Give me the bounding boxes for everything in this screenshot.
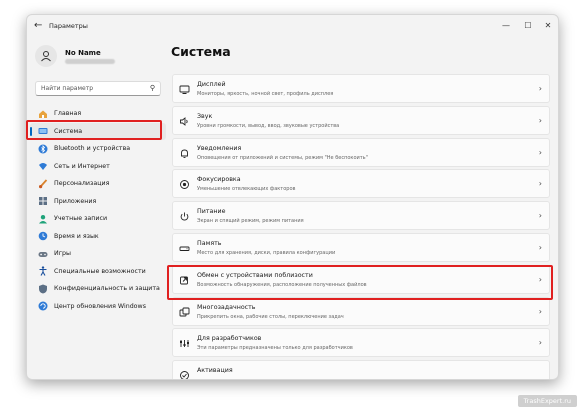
nearby-sharing-icon xyxy=(179,275,190,286)
card-developers[interactable]: Для разработчиков Эти параметры предназн… xyxy=(172,328,550,358)
card-notifications[interactable]: Уведомления Оповещения от приложений и с… xyxy=(172,137,550,167)
gaming-icon xyxy=(38,249,48,259)
app-title: Параметры xyxy=(49,22,88,30)
sound-icon xyxy=(179,116,190,127)
sidebar-nav: Главная Система Bluetooth и устройства С… xyxy=(30,105,166,315)
accounts-icon xyxy=(38,214,48,224)
sidebar-item-accounts[interactable]: Учетные записи xyxy=(30,210,166,228)
card-nearby-sharing[interactable]: Обмен с устройствами поблизости Возможно… xyxy=(172,264,550,294)
update-icon xyxy=(38,301,48,311)
profile-name: No Name xyxy=(65,49,101,57)
watermark: TrashExpert.ru xyxy=(517,395,577,407)
card-power[interactable]: Питание Экран и спящий режим, режим пита… xyxy=(172,201,550,231)
chevron-right-icon: › xyxy=(538,179,542,189)
sidebar-item-bluetooth[interactable]: Bluetooth и устройства xyxy=(30,140,166,158)
sidebar-item-personalization[interactable]: Персонализация xyxy=(30,175,166,193)
home-icon xyxy=(38,109,48,119)
search-icon: ⚲ xyxy=(149,84,155,92)
card-storage[interactable]: Память Место для хранения, диски, правил… xyxy=(172,232,550,262)
avatar[interactable] xyxy=(35,45,57,67)
chevron-right-icon: › xyxy=(538,274,542,284)
developer-icon xyxy=(179,338,190,349)
display-icon xyxy=(179,84,190,95)
card-display[interactable]: Дисплей Мониторы, яркость, ночной свет, … xyxy=(172,74,550,103)
time-language-icon xyxy=(38,231,48,241)
card-activation[interactable]: Активация xyxy=(172,360,550,379)
activation-icon xyxy=(179,370,190,379)
chevron-right-icon: › xyxy=(538,338,542,348)
brush-icon xyxy=(38,179,48,189)
search-placeholder: Найти параметр xyxy=(41,85,93,92)
search-input[interactable]: Найти параметр ⚲ xyxy=(35,81,161,96)
chevron-right-icon: › xyxy=(538,242,542,252)
user-icon xyxy=(41,51,51,62)
sidebar-item-windows-update[interactable]: Центр обновления Windows xyxy=(30,298,166,316)
power-icon xyxy=(179,211,190,222)
focus-icon xyxy=(179,179,190,190)
network-icon xyxy=(38,161,48,171)
page-title: Система xyxy=(171,44,231,59)
sidebar-item-system[interactable]: Система xyxy=(30,122,166,140)
storage-icon xyxy=(179,243,190,254)
shield-icon xyxy=(38,284,48,294)
chevron-right-icon: › xyxy=(538,211,542,221)
sidebar-item-accessibility[interactable]: Специальные возможности xyxy=(30,263,166,281)
title-bar: ← Параметры — ☐ ✕ xyxy=(27,15,558,39)
sidebar-item-time-language[interactable]: Время и язык xyxy=(30,228,166,246)
chevron-right-icon: › xyxy=(538,115,542,125)
card-sound[interactable]: Звук Уровни громкости, вывод, ввод, звук… xyxy=(172,105,550,135)
chevron-right-icon: › xyxy=(538,306,542,316)
chevron-right-icon: › xyxy=(538,84,542,93)
card-focus[interactable]: Фокусировка Уменьшение отвлекающих факто… xyxy=(172,169,550,199)
sidebar-item-privacy[interactable]: Конфиденциальность и защита xyxy=(30,280,166,298)
chevron-right-icon: › xyxy=(538,147,542,157)
accessibility-icon xyxy=(38,266,48,277)
apps-icon xyxy=(38,196,48,206)
card-multitasking[interactable]: Многозадачность Прикрепить окна, рабочие… xyxy=(172,296,550,326)
system-icon xyxy=(38,126,48,136)
bell-icon xyxy=(179,148,190,159)
back-arrow-icon[interactable]: ← xyxy=(34,20,42,31)
settings-list: Дисплей Мониторы, яркость, ночной свет, … xyxy=(172,74,550,379)
active-indicator xyxy=(30,126,32,136)
sidebar-item-home[interactable]: Главная xyxy=(30,105,166,123)
sidebar-item-network[interactable]: Сеть и Интернет xyxy=(30,158,166,176)
sidebar-item-gaming[interactable]: Игры xyxy=(30,245,166,263)
close-button[interactable]: ✕ xyxy=(535,19,558,33)
settings-window: ← Параметры — ☐ ✕ No Name Найти параметр… xyxy=(26,14,559,380)
profile-email-blurred xyxy=(65,59,115,64)
sidebar-item-apps[interactable]: Приложения xyxy=(30,193,166,211)
multitasking-icon xyxy=(179,307,190,318)
bluetooth-icon xyxy=(38,144,48,154)
